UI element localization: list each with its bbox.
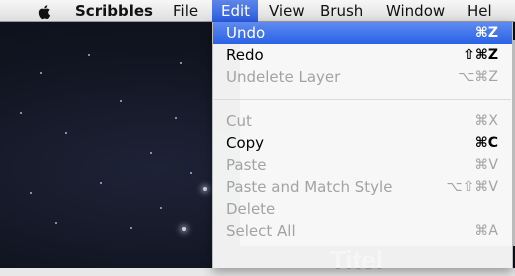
menu-item-label: Undelete Layer [226, 68, 341, 86]
menu-item-label: Delete [226, 200, 276, 218]
menu-item-label: Paste [226, 156, 267, 174]
menu-bar: Scribbles File Edit View Brush Window He… [0, 0, 515, 22]
menu-item-undo[interactable]: Undo ⌘Z [213, 22, 512, 44]
menu-item-shortcut: ⌘X [474, 113, 498, 129]
menu-item-label: Cut [226, 112, 252, 130]
menu-help[interactable]: Hel [458, 0, 501, 22]
menu-separator [214, 99, 511, 100]
menu-file[interactable]: File [164, 0, 207, 22]
menu-item-label: Redo [226, 46, 264, 64]
menu-item-undelete-layer[interactable]: Undelete Layer ⌥⌘Z [213, 66, 512, 88]
menu-item-select-all[interactable]: Select All ⌘A [213, 220, 512, 242]
menu-item-delete[interactable]: Delete [213, 198, 512, 220]
menu-item-shortcut: ⌘Z [474, 25, 498, 41]
menu-item-label: Undo [226, 24, 266, 42]
menu-item-cut[interactable]: Cut ⌘X [213, 110, 512, 132]
menu-item-label: Select All [226, 222, 296, 240]
menu-window[interactable]: Window [377, 0, 454, 22]
menu-item-shortcut: ⇧⌘Z [463, 47, 498, 63]
menu-item-shortcut: ⌘A [474, 223, 498, 239]
menu-item-shortcut: ⌥⇧⌘V [446, 179, 498, 195]
edit-menu: Undo ⌘Z Redo ⇧⌘Z Undelete Layer ⌥⌘Z Cut … [212, 22, 513, 268]
menu-item-shortcut: ⌘V [474, 157, 498, 173]
menu-item-paste-and-match-style[interactable]: Paste and Match Style ⌥⇧⌘V [213, 176, 512, 198]
menu-item-shortcut: ⌘C [474, 135, 498, 151]
menu-item-redo[interactable]: Redo ⇧⌘Z [213, 44, 512, 66]
menu-item-label: Paste and Match Style [226, 178, 393, 196]
menu-view[interactable]: View [260, 0, 314, 22]
menu-item-label: Copy [226, 134, 265, 152]
menu-brush[interactable]: Brush [311, 0, 372, 22]
menu-edit[interactable]: Edit [212, 0, 258, 22]
menu-item-paste[interactable]: Paste ⌘V [213, 154, 512, 176]
menu-item-shortcut: ⌥⌘Z [458, 69, 498, 85]
menu-app-name[interactable]: Scribbles [66, 0, 162, 22]
menu-item-copy[interactable]: Copy ⌘C [213, 132, 512, 154]
apple-icon[interactable] [37, 4, 53, 20]
